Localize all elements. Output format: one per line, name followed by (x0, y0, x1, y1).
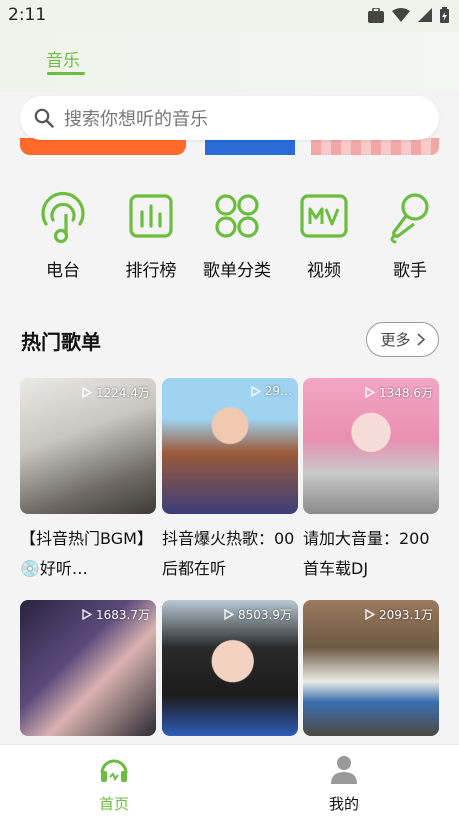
playlist-cover[interactable]: 1224.4万 (20, 378, 156, 514)
grid-icon (215, 194, 259, 238)
banner-image[interactable] (20, 138, 186, 155)
nav-mine[interactable]: 我的 (304, 753, 384, 814)
play-count: 8503.9万 (224, 606, 292, 623)
user-icon (331, 756, 357, 784)
playlist-title[interactable]: 抖音爆火热歌：00后都在听 (162, 524, 298, 584)
playlist-card[interactable]: 29… 抖音爆火热歌：00后都在听 (162, 378, 298, 584)
playlist-card[interactable]: 1683.7万 (20, 600, 156, 736)
banner-image[interactable] (311, 138, 439, 155)
playlist-title[interactable]: 请加大音量：200首车载DJ (303, 524, 439, 584)
playlist-cover[interactable]: 29… (162, 378, 298, 514)
headphones-icon (100, 759, 128, 782)
play-icon (82, 609, 92, 620)
category-radio[interactable]: 电台 (23, 190, 103, 281)
playlist-card[interactable]: 8503.9万 (162, 600, 298, 736)
playlist-card[interactable]: 1348.6万 请加大音量：200首车载DJ (303, 378, 439, 584)
play-count: 1224.4万 (82, 384, 150, 401)
status-time: 2:11 (8, 5, 47, 25)
search-input[interactable]: 搜索你想听的音乐 (64, 105, 208, 131)
more-button[interactable]: 更多 (366, 322, 439, 357)
play-count: 29… (251, 384, 292, 398)
microphone-icon (390, 193, 429, 244)
tab-underline (47, 72, 85, 75)
nav-home[interactable]: 首页 (74, 753, 154, 814)
category-label: 电台 (46, 261, 80, 281)
search-icon (34, 108, 54, 128)
playlist-cover[interactable]: 1348.6万 (303, 378, 439, 514)
category-charts[interactable]: 排行榜 (111, 190, 191, 281)
chevron-right-icon (416, 333, 425, 346)
section-title: 热门歌单 (21, 330, 101, 354)
battery-icon (440, 7, 449, 23)
play-icon (224, 609, 234, 620)
play-icon (365, 387, 375, 398)
more-label: 更多 (380, 331, 411, 349)
play-icon (251, 385, 261, 397)
play-icon (365, 609, 375, 620)
playlist-card[interactable]: 2093.1万 (303, 600, 439, 736)
play-count: 2093.1万 (365, 606, 433, 623)
bottom-nav: 首页 我的 (0, 744, 459, 816)
play-count: 1683.7万 (82, 606, 150, 623)
category-video[interactable]: 视频 (284, 190, 364, 281)
nav-home-label: 首页 (98, 795, 129, 813)
status-bar: 2:11 (0, 0, 459, 32)
category-label: 歌手 (393, 261, 427, 281)
wifi-icon (392, 8, 410, 22)
mv-icon (300, 194, 348, 238)
playlist-cover[interactable]: 8503.9万 (162, 600, 298, 736)
status-icons (368, 7, 449, 23)
category-label: 视频 (307, 261, 341, 281)
playlist-title[interactable]: 【抖音热门BGM】💿好听… (20, 524, 156, 584)
nav-mine-label: 我的 (328, 795, 359, 813)
category-label: 歌单分类 (203, 261, 271, 281)
chart-icon (129, 194, 173, 238)
signal-icon (418, 8, 432, 22)
search-bar[interactable]: 搜索你想听的音乐 (20, 96, 439, 140)
play-count: 1348.6万 (365, 384, 433, 401)
banner-image[interactable] (205, 138, 295, 155)
playlist-cover[interactable]: 2093.1万 (303, 600, 439, 736)
category-label: 排行榜 (125, 261, 177, 281)
header: 音乐 (0, 32, 459, 92)
category-row: 电台 排行榜 歌单分类 视频 歌手 (0, 190, 459, 290)
briefcase-icon (368, 7, 384, 23)
category-playlist-types[interactable]: 歌单分类 (197, 190, 277, 281)
playlist-card[interactable]: 1224.4万 【抖音热门BGM】💿好听… (20, 378, 156, 584)
playlist-cover[interactable]: 1683.7万 (20, 600, 156, 736)
category-singers[interactable]: 歌手 (370, 190, 450, 281)
tab-music[interactable]: 音乐 (46, 46, 80, 71)
play-icon (82, 387, 92, 398)
radio-icon (41, 191, 85, 244)
